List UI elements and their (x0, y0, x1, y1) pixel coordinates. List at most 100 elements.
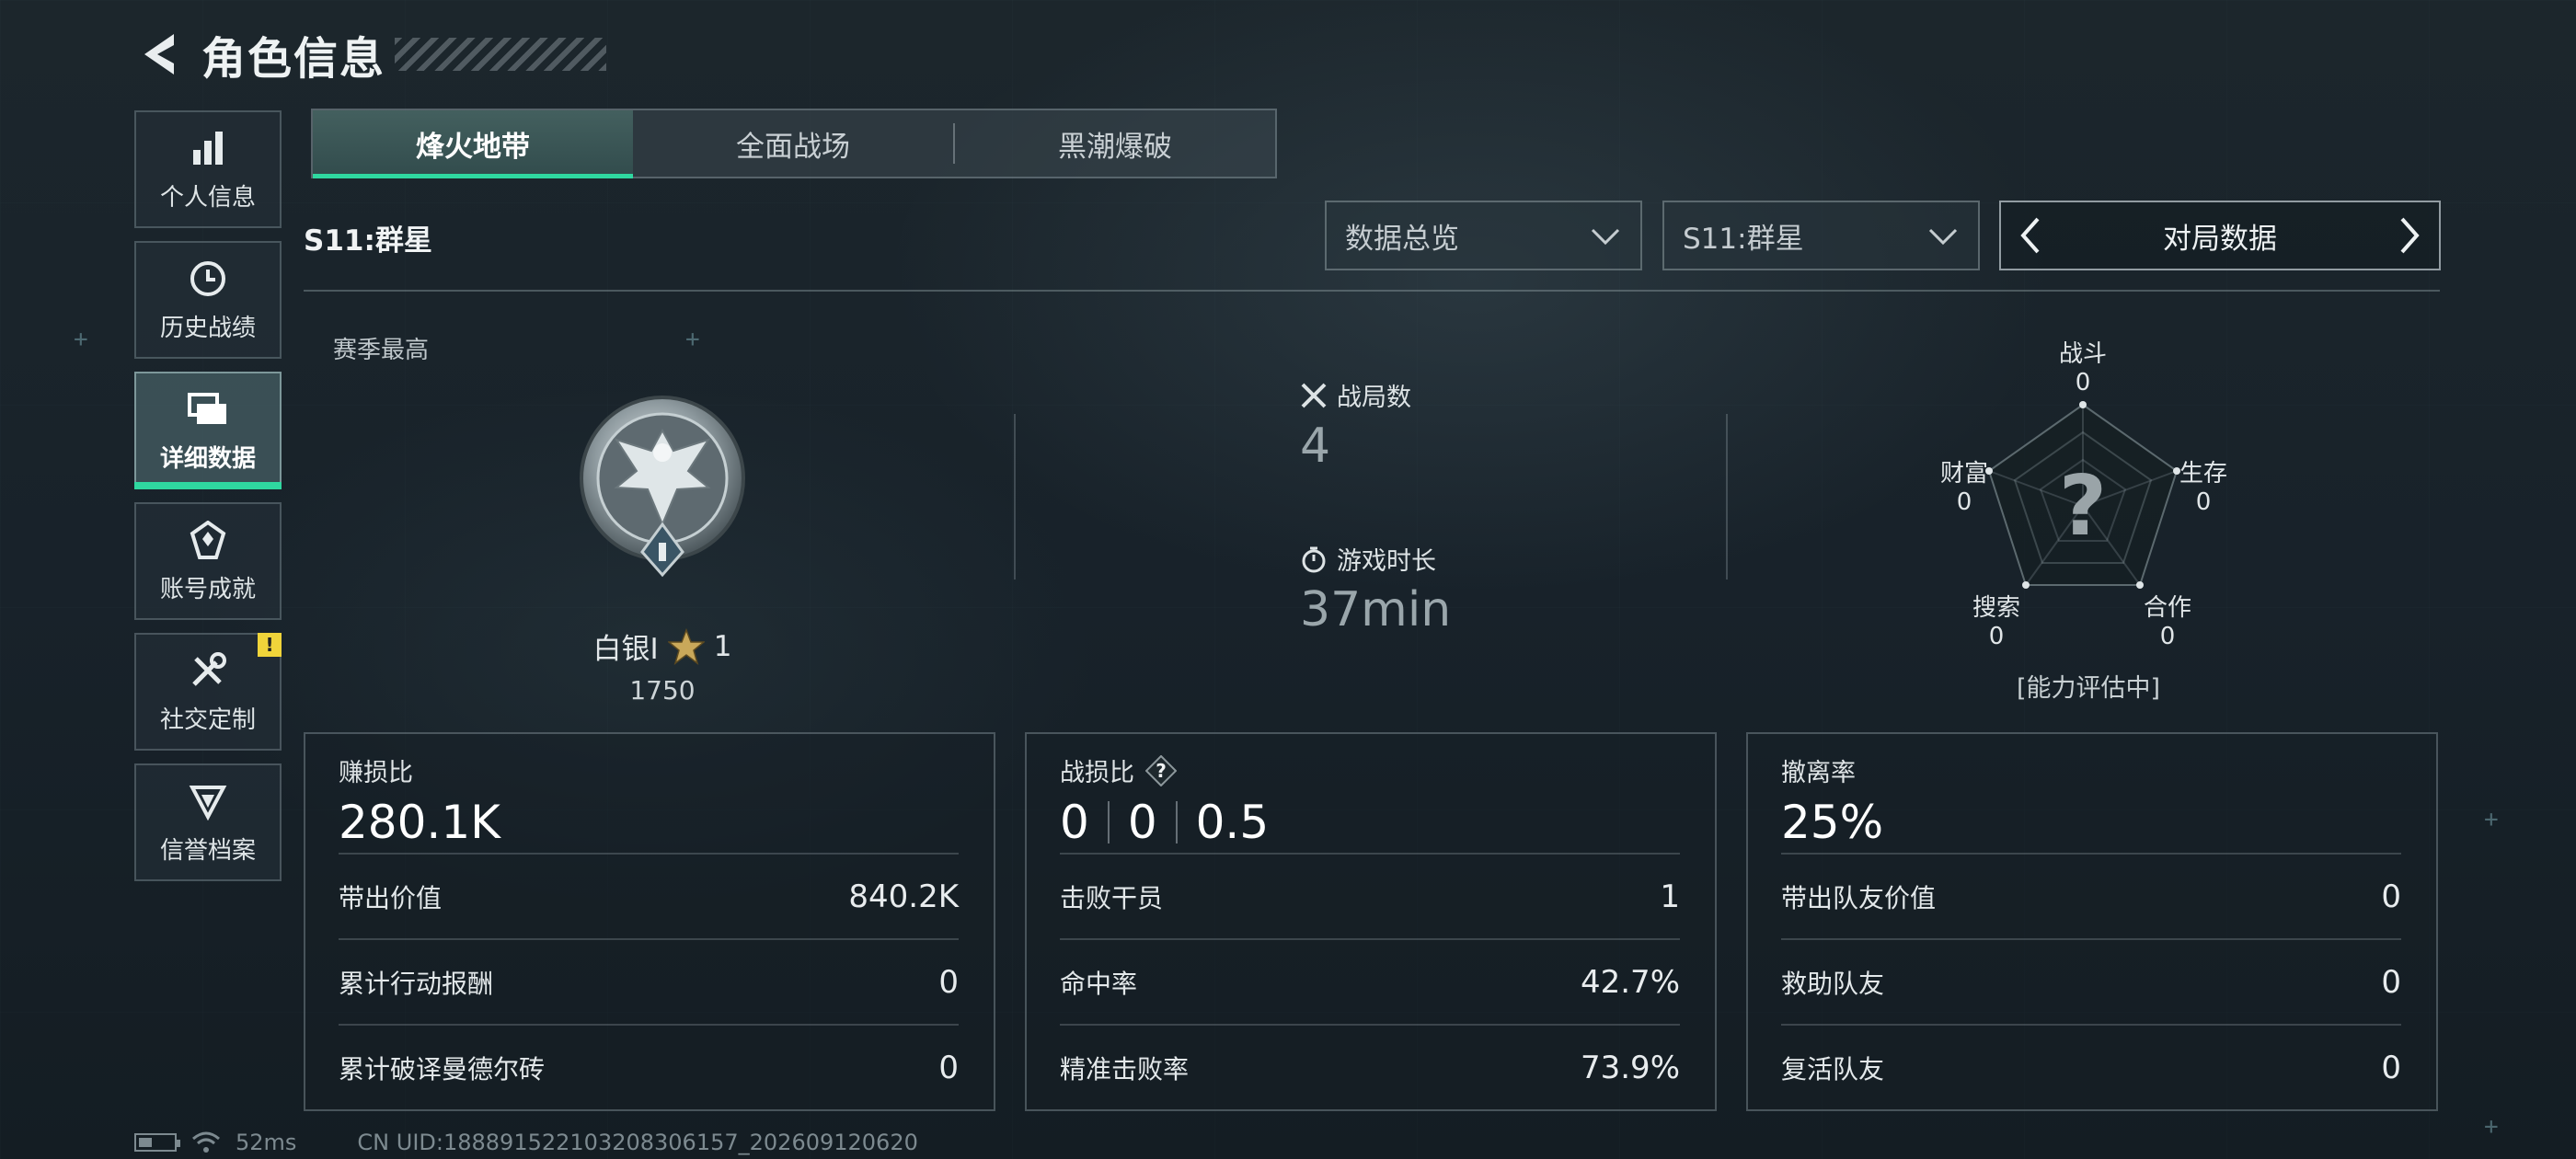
chevron-down-icon (1591, 228, 1620, 246)
row-label: 救助队友 (1781, 968, 1885, 999)
row-label: 带出队友价值 (1781, 882, 1937, 913)
extract-value: 25% (1781, 796, 1884, 849)
profit-value: 280.1K (339, 796, 500, 849)
vertical-separator (1726, 414, 1728, 580)
table-row: 复活队友 0 (1781, 1024, 2401, 1109)
row-value: 840.2K (848, 878, 959, 915)
season-dropdown-value: S11:群星 (1683, 222, 1804, 256)
rank-name: 白银I (592, 633, 659, 666)
bar-chart-icon (187, 127, 229, 169)
table-row: 累计破译曼德尔砖 0 (339, 1024, 959, 1109)
rank-stars: 1 (713, 629, 732, 663)
radar-axis-label: 生存 (2179, 460, 2227, 488)
page-header: 角色信息 (133, 22, 607, 86)
radar-axis-wealth: 财富 0 (1914, 460, 2015, 517)
season-dropdown[interactable]: S11:群星 (1662, 201, 1980, 270)
warning-badge: ! (258, 633, 282, 657)
season-best-label: 赛季最高 (333, 337, 430, 364)
kd-values: 0 0 0.5 (1060, 792, 1680, 853)
radar-axis-label: 战斗 (2058, 340, 2107, 368)
table-row: 击败干员 1 (1060, 853, 1680, 938)
star-icon (667, 627, 705, 665)
row-label: 复活队友 (1781, 1053, 1885, 1084)
rank-row: 白银I 1 (570, 625, 754, 667)
kd-panel: 战损比 ? 0 0 0.5 击败干员 1 命中率 42.7% 精准击败率 73.… (1025, 732, 1717, 1111)
sidebar-item-personal-info[interactable]: 个人信息 (134, 110, 282, 228)
kd-label: 战损比 (1060, 759, 1134, 787)
row-label: 精准击败率 (1060, 1053, 1190, 1084)
sidebar-item-label: 详细数据 (159, 444, 256, 473)
folders-icon (187, 388, 229, 430)
uid-text: CN UID:18889152210320830​6157_2026091206… (357, 1130, 918, 1155)
table-row: 精准击败率 73.9% (1060, 1024, 1680, 1109)
row-label: 累计破译曼德尔砖 (339, 1053, 546, 1084)
radar-axis-value: 0 (1988, 623, 2005, 651)
row-value: 0 (938, 1049, 959, 1086)
sidebar-item-achievements[interactable]: 账号成就 (134, 502, 282, 620)
crosshair-deco-icon: + (2484, 1113, 2499, 1141)
sidebar-item-label: 账号成就 (159, 575, 256, 603)
sidebar-item-label: 个人信息 (159, 183, 256, 212)
playtime-label: 游戏时长 (1337, 547, 1436, 576)
crosshair-deco-icon: + (74, 326, 88, 353)
playtime-stat: 游戏时长 37min (1300, 541, 1451, 637)
tab-full-battlefield[interactable]: 全面战场 (633, 110, 953, 177)
history-clock-icon (187, 258, 229, 300)
sidebar-item-label: 历史战绩 (159, 314, 256, 342)
profit-panel: 赚损比 280.1K 带出价值 840.2K 累计行动报酬 0 累计破译曼德尔砖… (304, 732, 995, 1111)
radar-axis-value: 0 (1956, 488, 1972, 517)
sidebar-item-reputation[interactable]: 信誉档案 (134, 763, 282, 881)
radar-axis-survival: 生存 0 (2153, 460, 2254, 517)
season-title: S11:群星 (304, 224, 432, 258)
row-value: 0 (2381, 878, 2401, 915)
title-stripes-deco (395, 38, 607, 71)
chevron-left-icon[interactable] (2014, 213, 2047, 258)
matches-value: 4 (1300, 419, 1331, 474)
kd-value: 0 (1060, 796, 1089, 849)
row-value: 1 (1660, 878, 1680, 915)
sidebar-item-history[interactable]: 历史战绩 (134, 241, 282, 359)
row-label: 命中率 (1060, 968, 1138, 999)
row-value: 0 (938, 963, 959, 1001)
overview-dropdown[interactable]: 数据总览 (1325, 201, 1642, 270)
page-title: 角色信息 (201, 33, 386, 85)
tab-warzone[interactable]: 烽火地带 (313, 110, 633, 178)
rank-score: 1750 (629, 675, 696, 706)
radar-axis-value: 0 (2195, 488, 2212, 517)
matches-label: 战局数 (1337, 384, 1411, 412)
radar-note: [能力评估中] (2016, 674, 2161, 703)
table-row: 累计行动报酬 0 (339, 938, 959, 1024)
extract-label: 撤离率 (1781, 759, 1856, 787)
mode-tabs: 烽火地带 全面战场 黑潮爆破 (311, 109, 1277, 178)
row-value: 0 (2381, 963, 2401, 1001)
back-arrow-icon[interactable] (133, 27, 185, 82)
battery-icon (134, 1133, 180, 1152)
section-divider (304, 290, 2440, 292)
ping-value: 52ms (236, 1130, 297, 1155)
radar-axis-label: 合作 (2143, 594, 2191, 622)
profit-label: 赚损比 (339, 759, 413, 787)
row-label: 累计行动报酬 (339, 968, 494, 999)
row-value: 0 (2381, 1049, 2401, 1086)
wifi-icon (192, 1131, 220, 1153)
row-value: 42.7% (1580, 963, 1680, 1001)
vertical-separator (1014, 414, 1016, 580)
radar-axis-label: 搜索 (1972, 594, 2020, 622)
sidebar-item-label: 社交定制 (159, 706, 256, 734)
table-row: 带出队友价值 0 (1781, 853, 2401, 938)
chevron-right-icon[interactable] (2393, 213, 2426, 258)
svg-text:?: ? (1156, 760, 1167, 782)
help-question-icon[interactable]: ? (1145, 754, 1177, 786)
sidebar-item-social-custom[interactable]: ! 社交定制 (134, 633, 282, 751)
tab-black-tide[interactable]: 黑潮爆破 (955, 110, 1275, 177)
radar-axis-value: 0 (2159, 623, 2176, 651)
row-label: 击败干员 (1060, 882, 1164, 913)
table-row: 救助队友 0 (1781, 938, 2401, 1024)
playtime-value: 37min (1300, 582, 1452, 637)
sidebar-item-detailed-data[interactable]: 详细数据 (134, 372, 282, 489)
kd-value: 0 (1127, 796, 1157, 849)
crossed-swords-icon (1301, 383, 1327, 407)
extract-panel: 撤离率 25% 带出队友价值 0 救助队友 0 复活队友 0 (1746, 732, 2438, 1111)
radar-axis-cooperation: 合作 0 (2117, 594, 2218, 651)
match-data-pager: 对局数据 (1999, 201, 2441, 270)
